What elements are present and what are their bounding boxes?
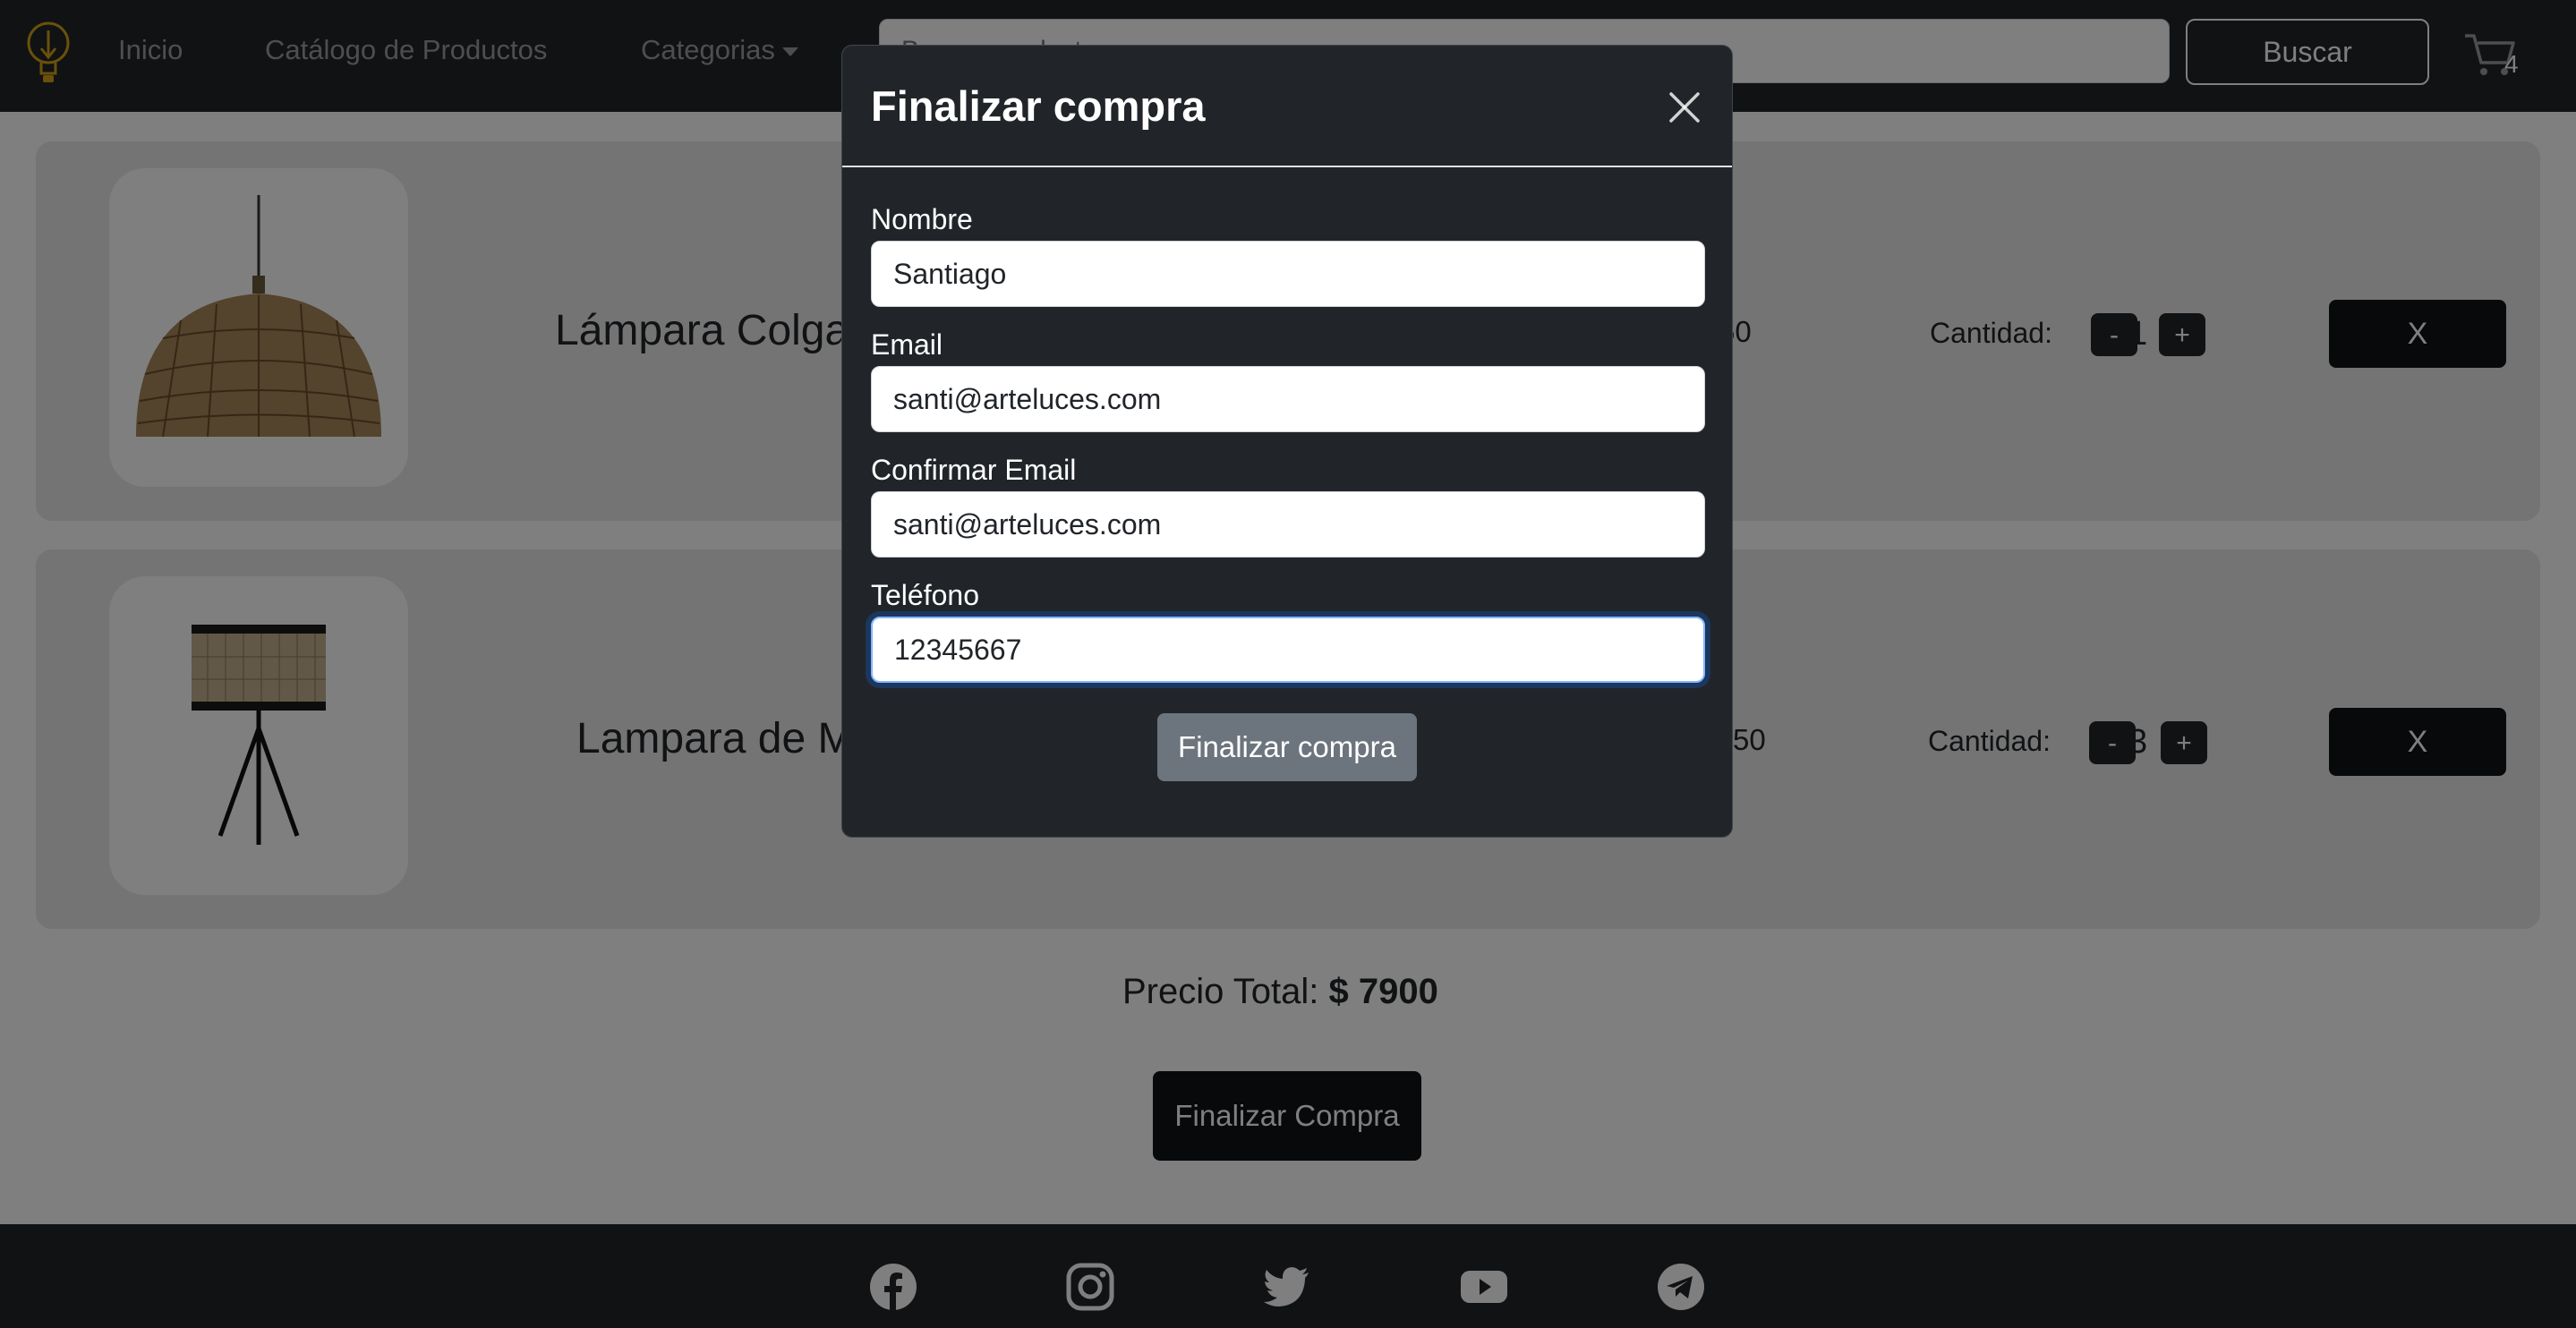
modal-header: Finalizar compra [842,46,1732,167]
submit-order-button[interactable]: Finalizar compra [1157,713,1417,781]
name-field[interactable] [871,241,1705,307]
modal-title: Finalizar compra [871,82,1206,130]
checkout-modal: Finalizar compra Nombre Email Confirmar … [841,45,1733,838]
phone-field[interactable] [871,617,1705,683]
email-field[interactable] [871,366,1705,432]
confirm-email-field[interactable] [871,491,1705,558]
name-label: Nombre [871,203,973,235]
close-icon[interactable] [1662,85,1707,130]
confirm-email-label: Confirmar Email [871,454,1077,486]
phone-label: Teléfono [871,579,979,611]
email-label: Email [871,328,943,361]
